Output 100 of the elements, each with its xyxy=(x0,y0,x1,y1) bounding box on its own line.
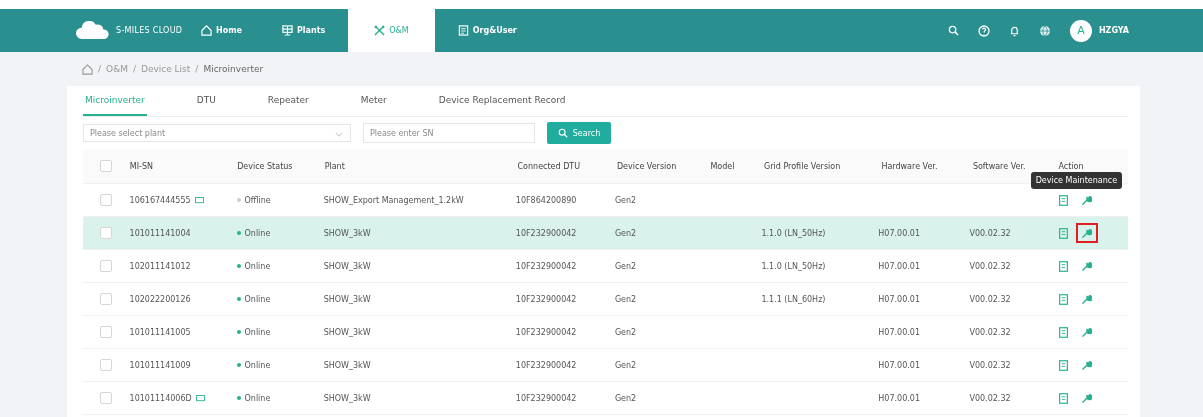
table-row[interactable]: 102011141012 Online SHOW_3kW 10F232900042 Gen2 1.1.0 (LN_50Hz) H07.00.01 V00.02.32 xyxy=(83,250,1128,283)
column-header: Plant xyxy=(324,161,345,171)
nav-tab[interactable]: Org&User xyxy=(440,9,534,52)
table-cell: H07.00.01 xyxy=(878,393,920,403)
home-icon[interactable] xyxy=(82,63,93,75)
tools-icon xyxy=(374,25,386,36)
device-tab[interactable]: Device Replacement Record xyxy=(436,86,568,116)
table-cell: 1.1.1 (LN_60Hz) xyxy=(761,294,826,304)
table-cell: 10101114006D xyxy=(129,393,192,403)
table-cell: Gen2 xyxy=(614,393,637,403)
breadcrumb-separator: / xyxy=(132,64,136,74)
row-checkbox[interactable] xyxy=(100,194,113,206)
device-tab[interactable]: Repeater xyxy=(265,86,311,116)
wrench-icon[interactable] xyxy=(1081,228,1092,238)
device-tab[interactable]: DTU xyxy=(194,86,218,116)
table-cell: 10F864200890 xyxy=(515,195,577,205)
table-row[interactable]: 101011141005 Online SHOW_3kW 10F232900042 Gen2 H07.00.01 V00.02.32 xyxy=(83,316,1128,349)
tooltip: Device Maintenance xyxy=(1030,172,1123,189)
table-cell: H07.00.01 xyxy=(878,327,920,337)
table-cell: SHOW_3kW xyxy=(323,228,371,238)
column-header: Software Ver. xyxy=(972,161,1026,171)
globe-icon[interactable] xyxy=(1038,24,1051,37)
table-row[interactable]: 10101114006D Online SHOW_3kW 10F232900042 Gen2 H07.00.01 V00.02.32 xyxy=(83,382,1128,415)
search-icon[interactable] xyxy=(947,25,959,36)
table-cell: 1.1.0 (LN_50Hz) xyxy=(761,228,826,238)
plant-select[interactable]: Please select plant xyxy=(83,124,351,142)
status-text: Offline xyxy=(244,195,271,205)
table-cell: 101011141004 xyxy=(129,228,191,238)
row-checkbox[interactable] xyxy=(100,326,113,338)
document-icon[interactable] xyxy=(1058,293,1068,305)
breadcrumb-separator: / xyxy=(98,64,102,74)
table-cell: Gen2 xyxy=(614,327,637,337)
table-row[interactable]: 101011141004 Online SHOW_3kW 10F232900042 Gen2 1.1.0 (LN_50Hz) H07.00.01 V00.02.32 xyxy=(83,217,1128,250)
bell-icon[interactable] xyxy=(1008,24,1020,37)
document-icon xyxy=(457,25,469,36)
row-checkbox[interactable] xyxy=(100,293,113,305)
caret-icon xyxy=(335,132,343,137)
brand-name: S-MILES CLOUD xyxy=(116,26,183,35)
table-cell: V00.02.32 xyxy=(969,360,1011,370)
select-all-checkbox[interactable] xyxy=(100,160,113,172)
status-text: Online xyxy=(244,294,271,304)
status-text: Online xyxy=(244,261,271,271)
row-checkbox[interactable] xyxy=(100,260,113,272)
table-cell: SHOW_3kW xyxy=(323,393,371,403)
document-icon[interactable] xyxy=(1058,326,1068,338)
table-cell: H07.00.01 xyxy=(878,228,920,238)
table-cell: V00.02.32 xyxy=(969,228,1011,238)
table-cell: 10F232900042 xyxy=(515,228,577,238)
row-checkbox[interactable] xyxy=(100,227,113,239)
table-cell: 10F232900042 xyxy=(515,294,577,304)
table-cell: H07.00.01 xyxy=(878,360,920,370)
column-header: Model xyxy=(710,161,735,171)
document-icon[interactable] xyxy=(1058,392,1068,404)
nav-tab[interactable]: Home xyxy=(184,9,259,52)
wrench-icon[interactable] xyxy=(1081,294,1092,304)
table-cell: Gen2 xyxy=(614,360,637,370)
document-icon[interactable] xyxy=(1058,260,1068,272)
table-cell: 101011141009 xyxy=(129,360,191,370)
user-name[interactable]: HZGYA xyxy=(1098,26,1129,35)
table-cell: H07.00.01 xyxy=(878,261,920,271)
status-text: Online xyxy=(244,327,271,337)
status-text: Online xyxy=(244,228,271,238)
table-cell: Gen2 xyxy=(614,261,637,271)
nav-tab[interactable]: Plants xyxy=(264,9,343,52)
table-cell: V00.02.32 xyxy=(969,327,1011,337)
table-cell: Gen2 xyxy=(614,294,637,304)
table-cell: 10F232900042 xyxy=(515,261,577,271)
column-header: Device Status xyxy=(237,161,293,171)
document-icon[interactable] xyxy=(1058,227,1068,239)
table-cell: 10F232900042 xyxy=(515,393,577,403)
document-icon[interactable] xyxy=(1058,194,1068,206)
table-cell: SHOW_3kW xyxy=(323,360,371,370)
wrench-icon[interactable] xyxy=(1081,393,1092,403)
document-icon[interactable] xyxy=(1058,359,1068,371)
table-cell: V00.02.32 xyxy=(969,294,1011,304)
row-checkbox[interactable] xyxy=(100,359,113,371)
row-checkbox[interactable] xyxy=(100,392,113,404)
table-cell: SHOW_3kW xyxy=(323,294,371,304)
wrench-icon[interactable] xyxy=(1081,327,1092,337)
table-row[interactable]: 102022200126 Online SHOW_3kW 10F232900042 Gen2 1.1.1 (LN_60Hz) H07.00.01 V00.02.32 xyxy=(83,283,1128,316)
help-icon[interactable] xyxy=(977,24,990,37)
breadcrumb-separator: / xyxy=(195,64,199,74)
sn-input-field[interactable]: Please enter SN xyxy=(363,123,535,143)
breadcrumb-link[interactable]: Microinverter xyxy=(203,64,264,74)
device-tab[interactable]: Meter xyxy=(358,86,389,116)
table-cell: 1.1.0 (LN_50Hz) xyxy=(761,261,826,271)
table-cell: H07.00.01 xyxy=(878,294,920,304)
status-text: Online xyxy=(244,393,271,403)
column-header: Action xyxy=(1058,161,1084,171)
table-cell: 106167444555 xyxy=(129,195,191,205)
wrench-icon[interactable] xyxy=(1081,195,1092,205)
home-icon xyxy=(201,25,212,36)
table-row[interactable]: 101011141009 Online SHOW_3kW 10F232900042 Gen2 H07.00.01 V00.02.32 xyxy=(83,349,1128,382)
table-cell: 102022200126 xyxy=(129,294,191,304)
wrench-icon[interactable] xyxy=(1081,360,1092,370)
column-header: Device Version xyxy=(616,161,677,171)
table-cell: V00.02.32 xyxy=(969,261,1011,271)
table-cell: 10F232900042 xyxy=(515,327,577,337)
column-header: Hardware Ver. xyxy=(881,161,938,171)
wrench-icon[interactable] xyxy=(1081,261,1092,271)
